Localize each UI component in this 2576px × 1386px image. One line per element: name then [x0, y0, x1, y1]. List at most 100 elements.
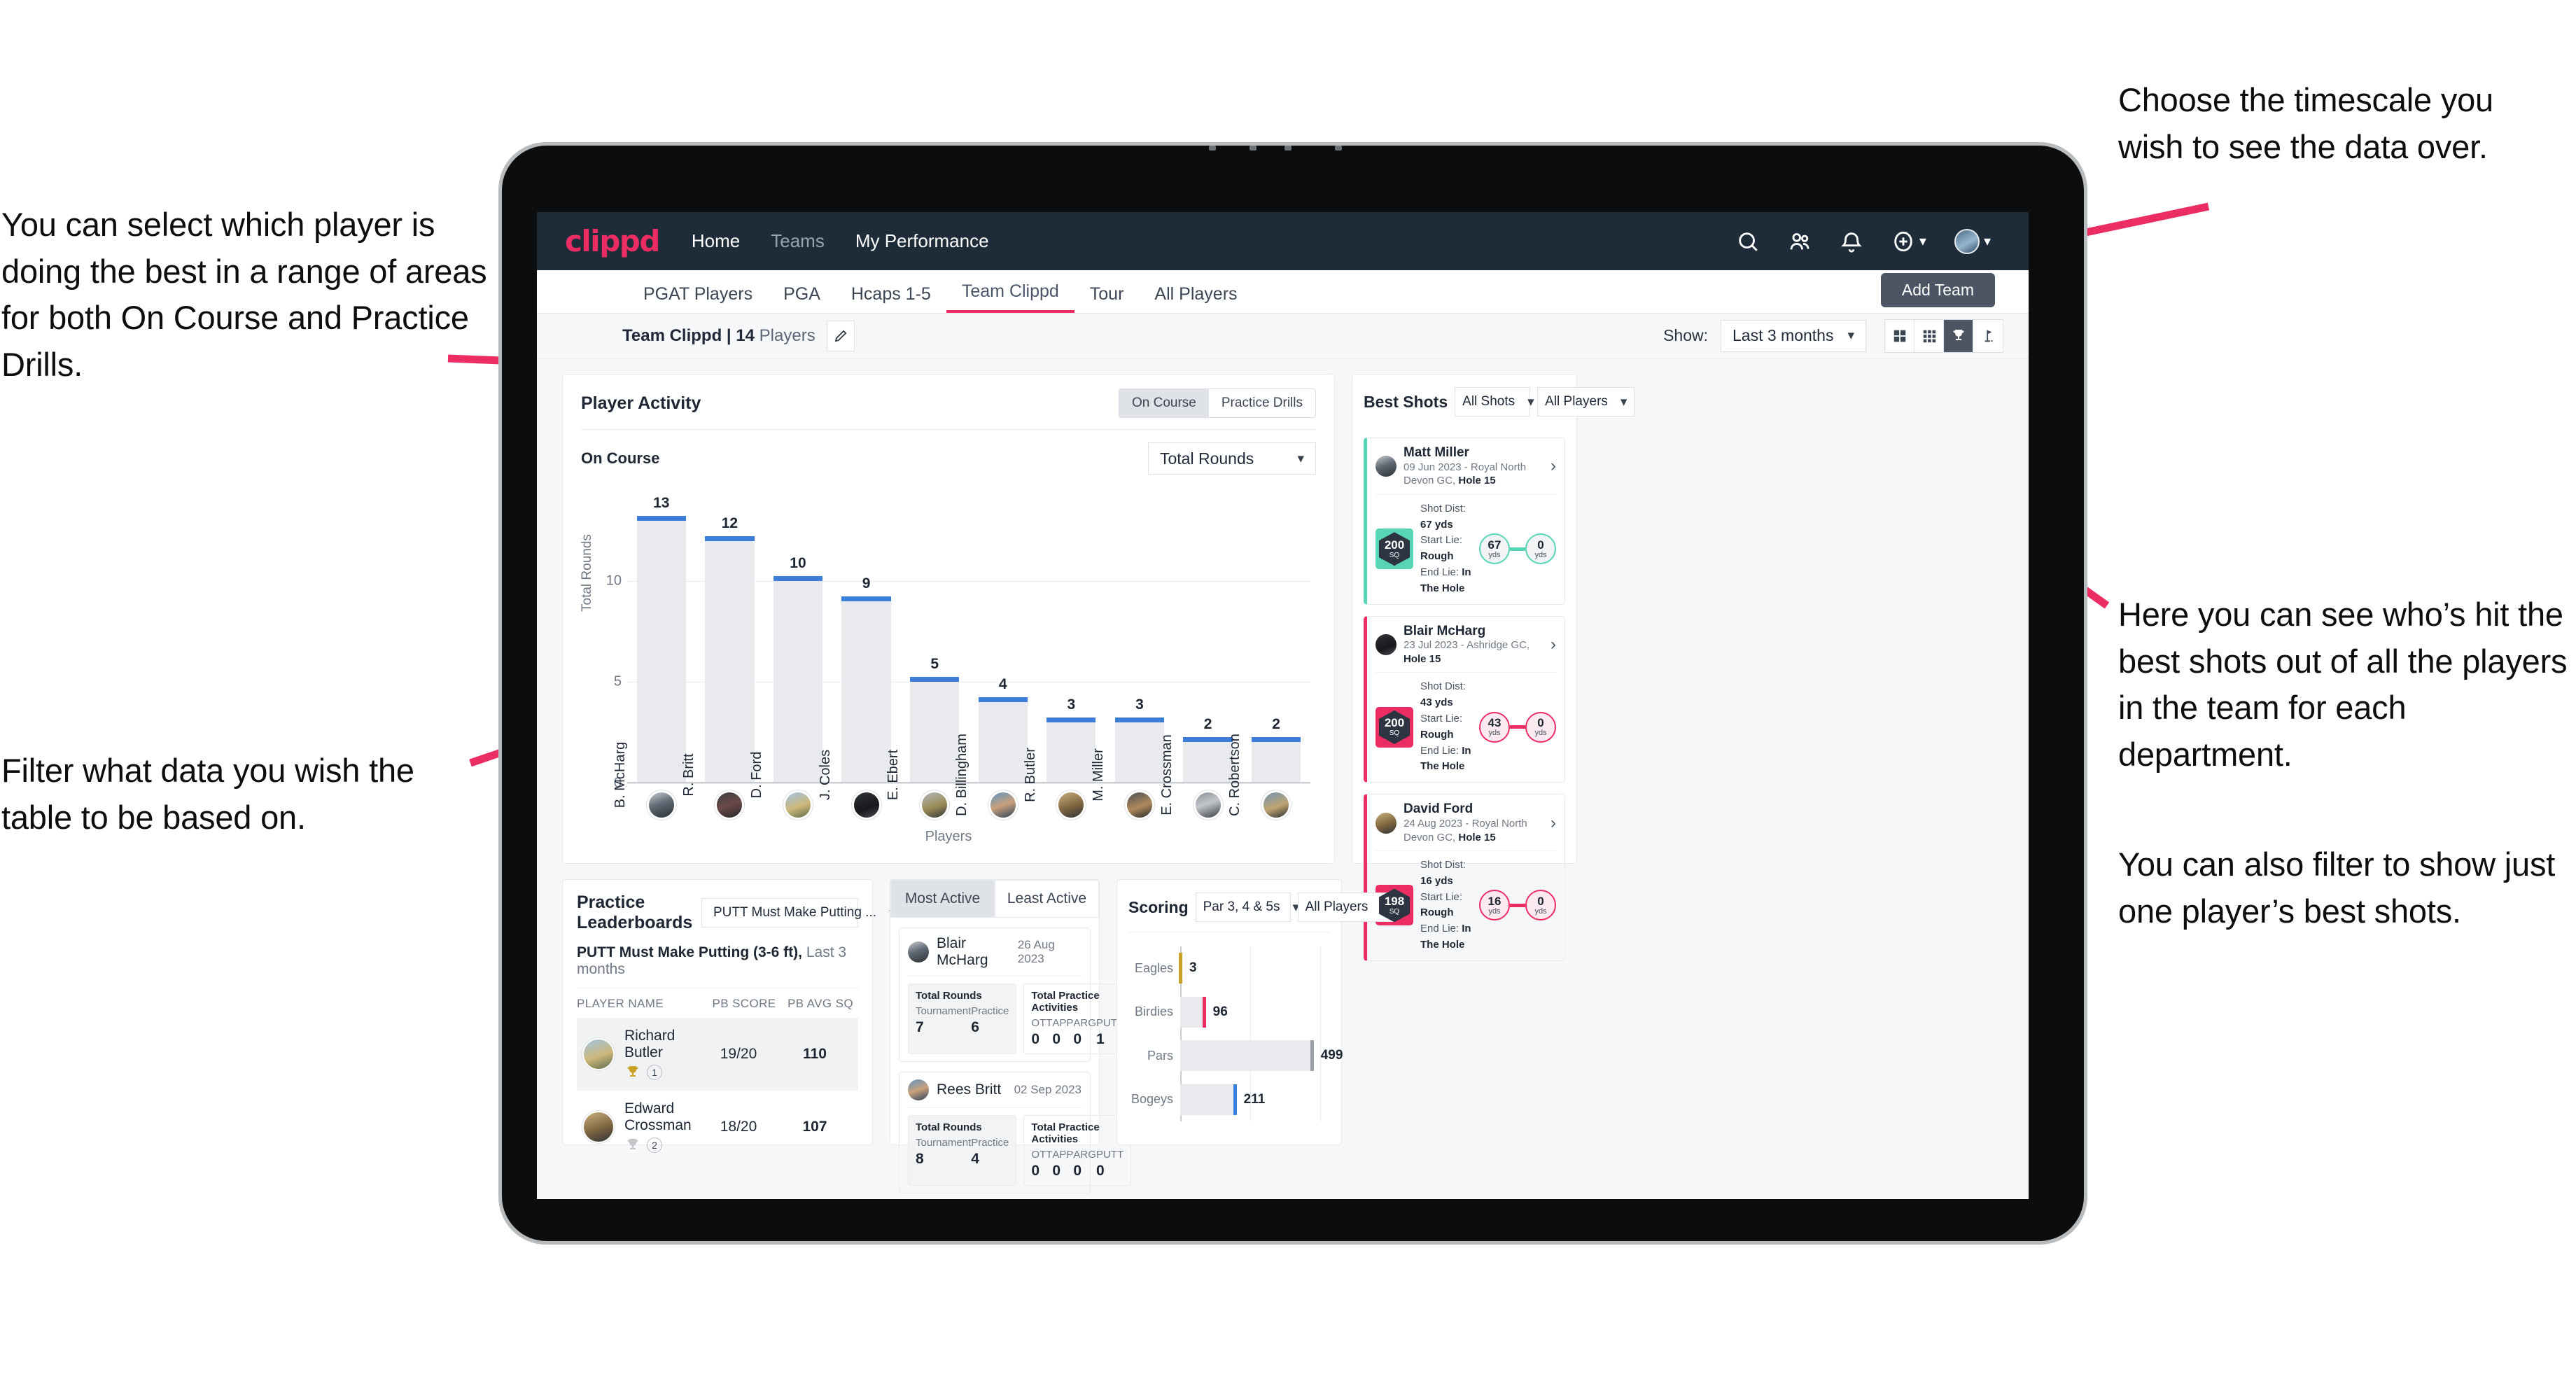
bell-icon[interactable]	[1840, 230, 1863, 253]
practice-value: 6	[971, 1019, 979, 1035]
best-shot-item[interactable]: Blair McHarg 23 Jul 2023 - Ashridge GC, H…	[1364, 615, 1565, 783]
chart-bar[interactable]: 12	[705, 515, 755, 782]
tab-most-active[interactable]: Most Active	[890, 880, 995, 918]
practice-leaderboards-card: Practice Leaderboards PUTT Must Make Put…	[562, 879, 896, 1153]
chart-bar-column[interactable]: D. Billingham 4	[954, 500, 1037, 816]
par-select[interactable]: Par 3, 4 & 5s ▾	[1195, 892, 1299, 922]
shot-start-value: 67	[1488, 538, 1502, 552]
chart-bar-column[interactable]: R. Butler 3	[1023, 500, 1106, 802]
nav-link-teams[interactable]: Teams	[771, 230, 825, 252]
chart-bar-column[interactable]: C. Robertson 2	[1227, 500, 1310, 816]
leaderboard-player-name: Richard Butler	[624, 1028, 676, 1060]
best-shots-player-select[interactable]: All Players ▾	[1537, 387, 1635, 416]
chart-avatar-cell	[1174, 790, 1242, 820]
scoring-card: Scoring Par 3, 4 & 5s ▾ All Players ▾	[1116, 879, 1395, 1145]
chart-bar-column[interactable]: J. Coles 9	[818, 500, 901, 800]
view-trophy-button[interactable]	[1944, 319, 1973, 352]
metric-select[interactable]: Total Rounds ▾	[1148, 442, 1316, 475]
drill-select[interactable]: PUTT Must Make Putting ... ▾	[701, 898, 896, 927]
activity-player-card[interactable]: Rees Britt 02 Sep 2023 Total Rounds Tournam…	[899, 1072, 1132, 1194]
tab-pga[interactable]: PGA	[768, 284, 836, 313]
practice-activities-box: Total Practice Activities OTT 0 APP 0 ARG 0 PUT…	[1023, 983, 1132, 1054]
chevron-right-icon[interactable]: ›	[1550, 456, 1556, 476]
chart-bar[interactable]: 9	[841, 575, 891, 782]
timescale-select[interactable]: Last 3 months ▾	[1721, 319, 1866, 352]
scoring-row[interactable]: Pars 499	[1128, 1040, 1343, 1072]
best-shot-item[interactable]: David Ford 24 Aug 2023 - Royal North Devo…	[1364, 794, 1565, 961]
chart-avatar-cell	[627, 790, 696, 820]
tab-pgat-players[interactable]: PGAT Players	[628, 284, 768, 313]
chevron-down-icon: ▾	[1620, 394, 1628, 410]
player-avatar[interactable]	[920, 790, 950, 820]
tab-least-active[interactable]: Least Active	[995, 880, 1099, 918]
chart-bar-value: 9	[862, 575, 871, 592]
tab-hcaps-1-5[interactable]: Hcaps 1-5	[836, 284, 946, 313]
player-avatar[interactable]	[783, 790, 813, 820]
practice-category: OTT 0	[1031, 1149, 1052, 1180]
shot-end-distance: 0 yds	[1525, 533, 1556, 565]
chart-bar[interactable]: 4	[978, 676, 1028, 782]
tab-team-clippd[interactable]: Team Clippd	[946, 281, 1074, 313]
tab-all-players[interactable]: All Players	[1139, 284, 1252, 313]
player-avatar[interactable]	[1124, 790, 1154, 820]
shot-distance-line: Shot Dist: 43 yds	[1420, 679, 1479, 711]
scoring-value: 96	[1212, 1004, 1228, 1019]
activity-player-card[interactable]: Blair McHarg 26 Aug 2023 Total Rounds Tourn…	[899, 927, 1132, 1062]
practice-label: Practice	[971, 1137, 1009, 1149]
best-shot-item[interactable]: Matt Miller 09 Jun 2023 - Royal North Dev…	[1364, 438, 1565, 605]
view-grid-4-button[interactable]	[1885, 319, 1914, 352]
chart-bar[interactable]: 10	[773, 555, 823, 782]
chevron-down-icon[interactable]: ▾	[1919, 232, 1926, 250]
edit-team-button[interactable]	[826, 320, 855, 351]
activity-card-header: Rees Britt 02 Sep 2023	[908, 1079, 1082, 1100]
clippd-logo[interactable]: clippd	[565, 224, 660, 258]
segment-practice-drills[interactable]: Practice Drills	[1208, 389, 1315, 417]
plus-circle-icon[interactable]	[1891, 230, 1915, 253]
scoring-header: Scoring Par 3, 4 & 5s ▾ All Players ▾	[1128, 892, 1395, 922]
chart-bar[interactable]: 3	[1046, 696, 1096, 782]
chart-bar-column[interactable]: D. Ford 10	[749, 500, 832, 798]
table-row[interactable]: Edward Crossman 2 18/20 107	[577, 1091, 858, 1163]
chart-bar[interactable]: 3	[1114, 696, 1165, 782]
tab-tour[interactable]: Tour	[1074, 284, 1140, 313]
player-avatar[interactable]	[715, 790, 745, 820]
player-avatar[interactable]	[1261, 790, 1292, 820]
player-avatar[interactable]	[851, 790, 881, 820]
chart-bar[interactable]: 13	[636, 495, 686, 782]
chevron-down-icon[interactable]: ▾	[1984, 232, 1991, 250]
add-team-button[interactable]: Add Team	[1880, 273, 1995, 307]
annotation-left-top: You can select which player is doing the…	[1, 206, 487, 384]
player-avatar[interactable]	[1193, 790, 1223, 820]
player-avatar[interactable]	[988, 790, 1018, 820]
chevron-right-icon[interactable]: ›	[1550, 813, 1556, 833]
scoring-value: 499	[1320, 1048, 1343, 1063]
player-avatar[interactable]	[1056, 790, 1086, 820]
scoring-row[interactable]: Eagles 3	[1128, 953, 1330, 984]
nav-link-my-performance[interactable]: My Performance	[855, 230, 989, 252]
shot-type-select[interactable]: All Shots ▾	[1455, 387, 1534, 416]
table-row[interactable]: Richard Butler 1 19/20 110	[577, 1018, 858, 1091]
search-icon[interactable]	[1736, 230, 1760, 253]
scoring-row[interactable]: Birdies 96	[1128, 996, 1330, 1028]
nav-link-home[interactable]: Home	[692, 230, 740, 252]
chart-bar[interactable]: 2	[1252, 716, 1301, 782]
shot-distance-label: Shot Dist:	[1420, 680, 1466, 693]
view-grid-9-button[interactable]	[1914, 319, 1944, 352]
chart-y-tick: 10	[606, 573, 622, 589]
chart-bar[interactable]: 2	[1183, 716, 1233, 782]
chart-bar[interactable]: 5	[910, 656, 960, 782]
scoring-bar-tip	[1310, 1040, 1314, 1072]
pencil-icon	[834, 330, 847, 342]
scoring-bar-tip	[1233, 1084, 1237, 1115]
view-flag-button[interactable]	[1973, 320, 2003, 352]
people-icon[interactable]	[1788, 230, 1812, 253]
segment-on-course[interactable]: On Course	[1119, 389, 1209, 417]
avatar[interactable]	[1954, 228, 1980, 254]
chart-bar-column[interactable]: B. McHarg 13	[612, 495, 696, 808]
total-rounds-title: Total Rounds	[916, 990, 982, 1002]
player-avatar[interactable]	[646, 790, 676, 820]
chevron-right-icon[interactable]: ›	[1550, 635, 1556, 654]
chart-bar-column[interactable]: R. Britt 12	[681, 500, 764, 797]
scoring-bar-tip	[1179, 953, 1182, 984]
scoring-row[interactable]: Bogeys 211	[1128, 1084, 1330, 1115]
